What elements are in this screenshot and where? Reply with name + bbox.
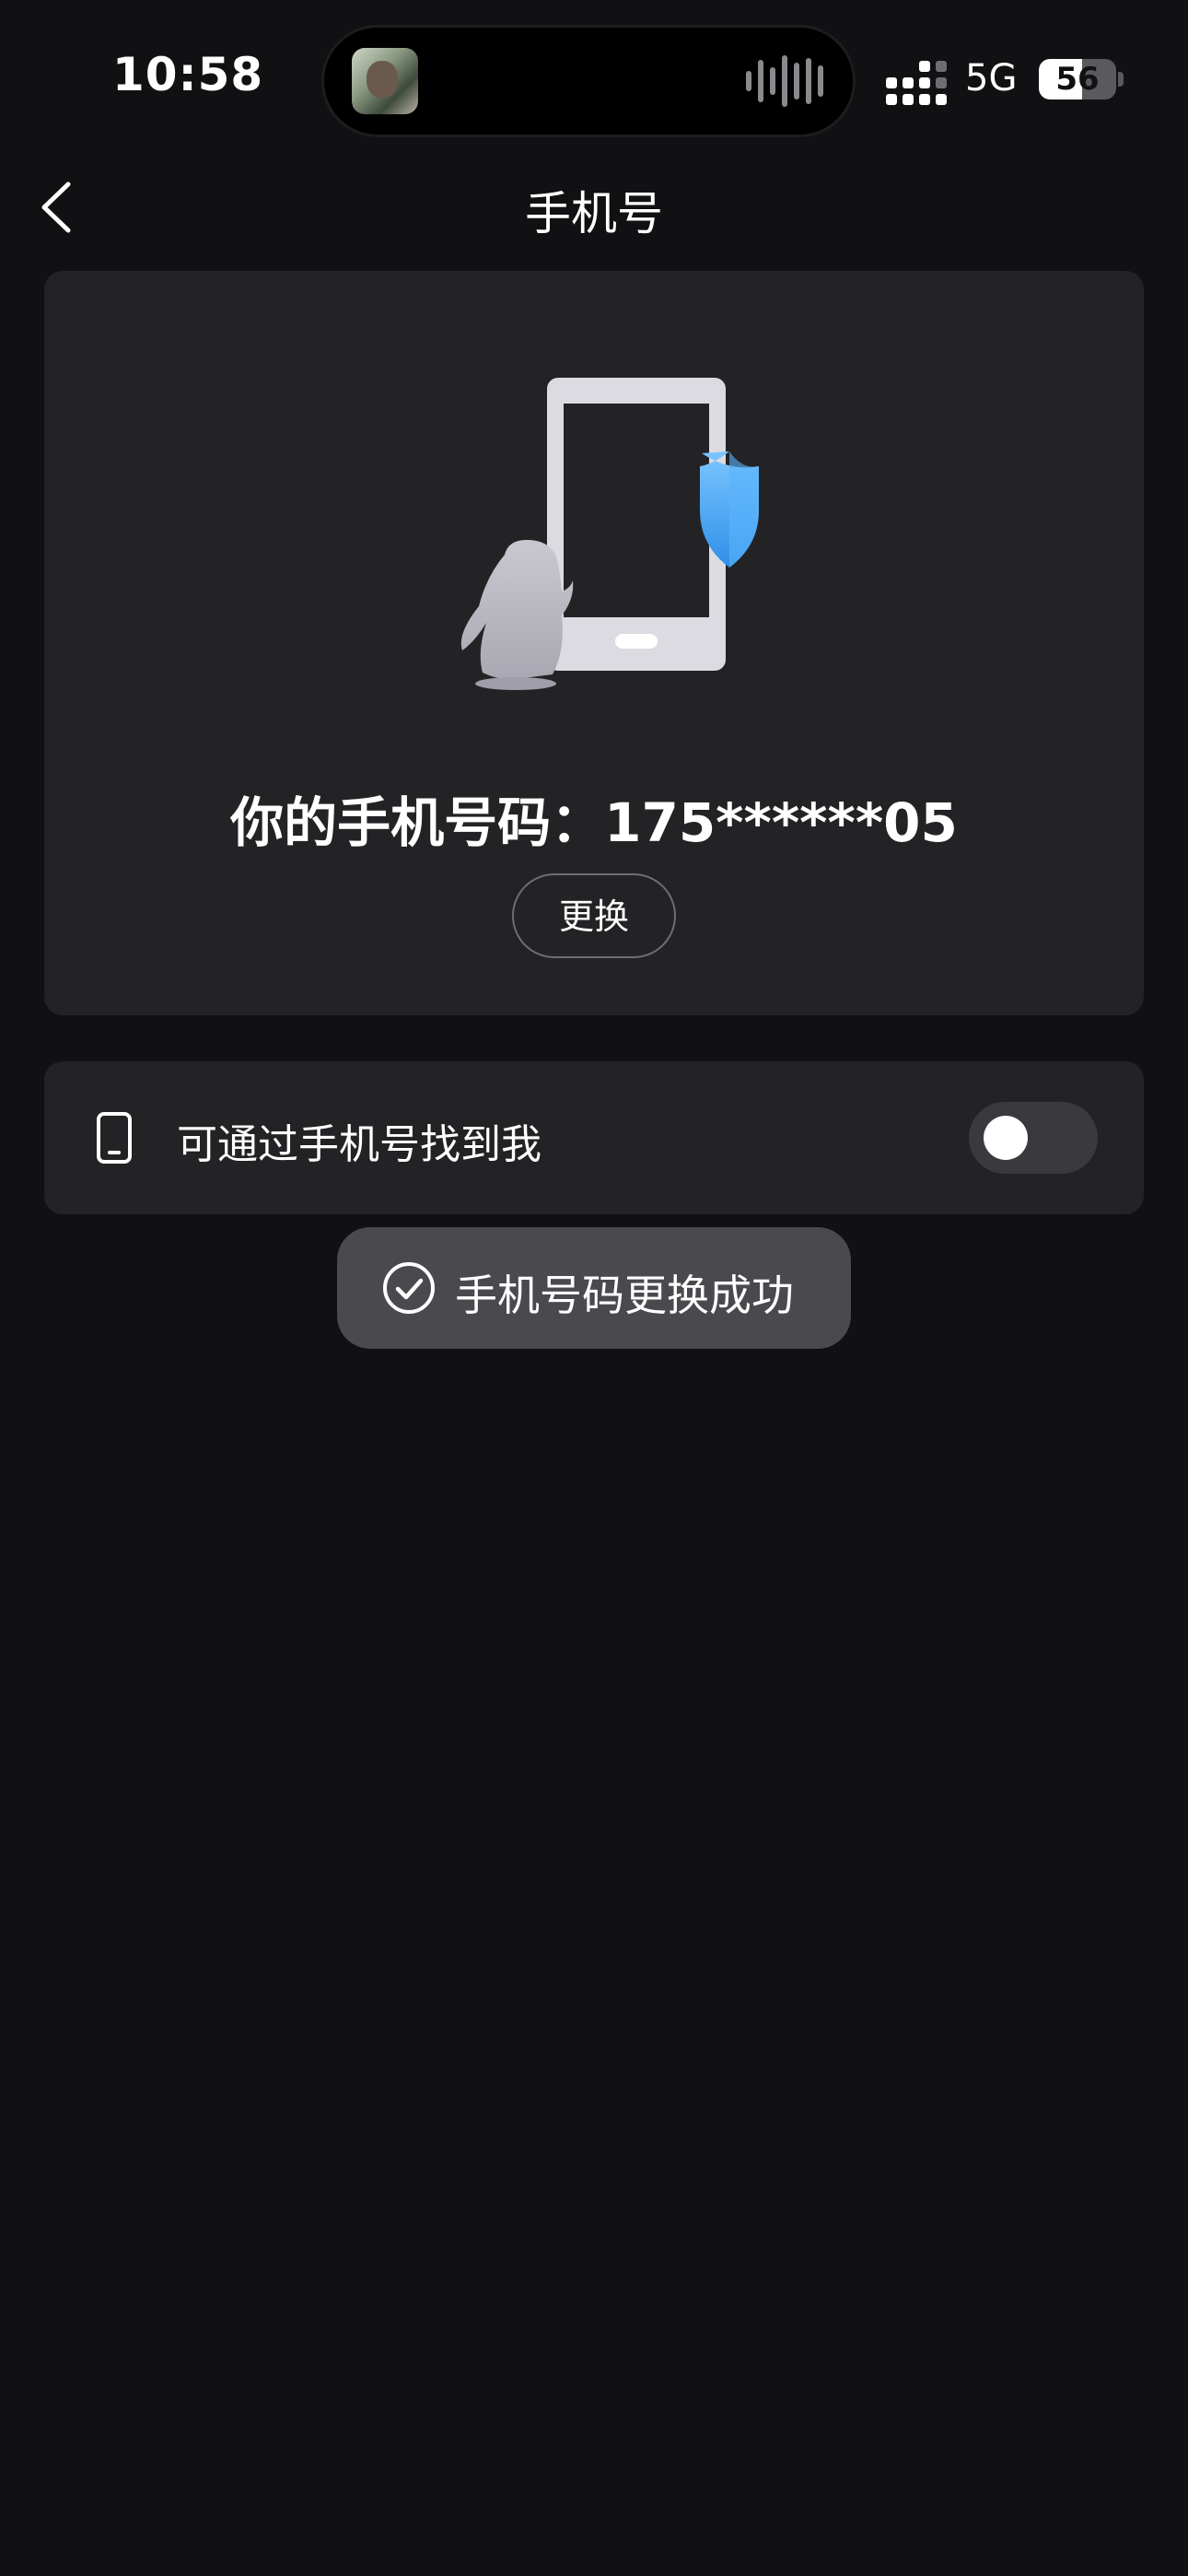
battery-tip bbox=[1118, 72, 1124, 87]
find-me-by-phone-toggle[interactable] bbox=[969, 1102, 1098, 1174]
phone-shield-penguin-illustration bbox=[460, 378, 759, 690]
dynamic-island[interactable] bbox=[324, 28, 853, 135]
find-me-by-phone-row: 可通过手机号找到我 bbox=[44, 1061, 1144, 1214]
page-title: 手机号 bbox=[525, 187, 663, 240]
toggle-knob bbox=[984, 1116, 1028, 1160]
network-type: 5G bbox=[965, 57, 1018, 100]
battery-icon: 56 bbox=[1039, 59, 1116, 100]
toast-message: 手机号码更换成功 bbox=[455, 1270, 794, 1320]
find-me-by-phone-label: 可通过手机号找到我 bbox=[177, 1121, 542, 1168]
battery-level: 56 bbox=[1055, 61, 1100, 98]
success-toast: 手机号码更换成功 bbox=[337, 1227, 851, 1349]
cellular-signal-icon bbox=[886, 61, 947, 105]
status-time: 10:58 bbox=[112, 48, 264, 101]
change-phone-button[interactable]: 更换 bbox=[512, 873, 676, 958]
mobile-phone-icon bbox=[97, 1112, 132, 1164]
phone-number-card: 你的手机号码：175******05 更换 bbox=[44, 271, 1144, 1015]
now-playing-avatar bbox=[352, 48, 418, 114]
audio-waveform-icon bbox=[746, 55, 823, 107]
check-circle-icon bbox=[383, 1262, 435, 1314]
phone-number-text: 你的手机号码：175******05 bbox=[230, 791, 958, 854]
